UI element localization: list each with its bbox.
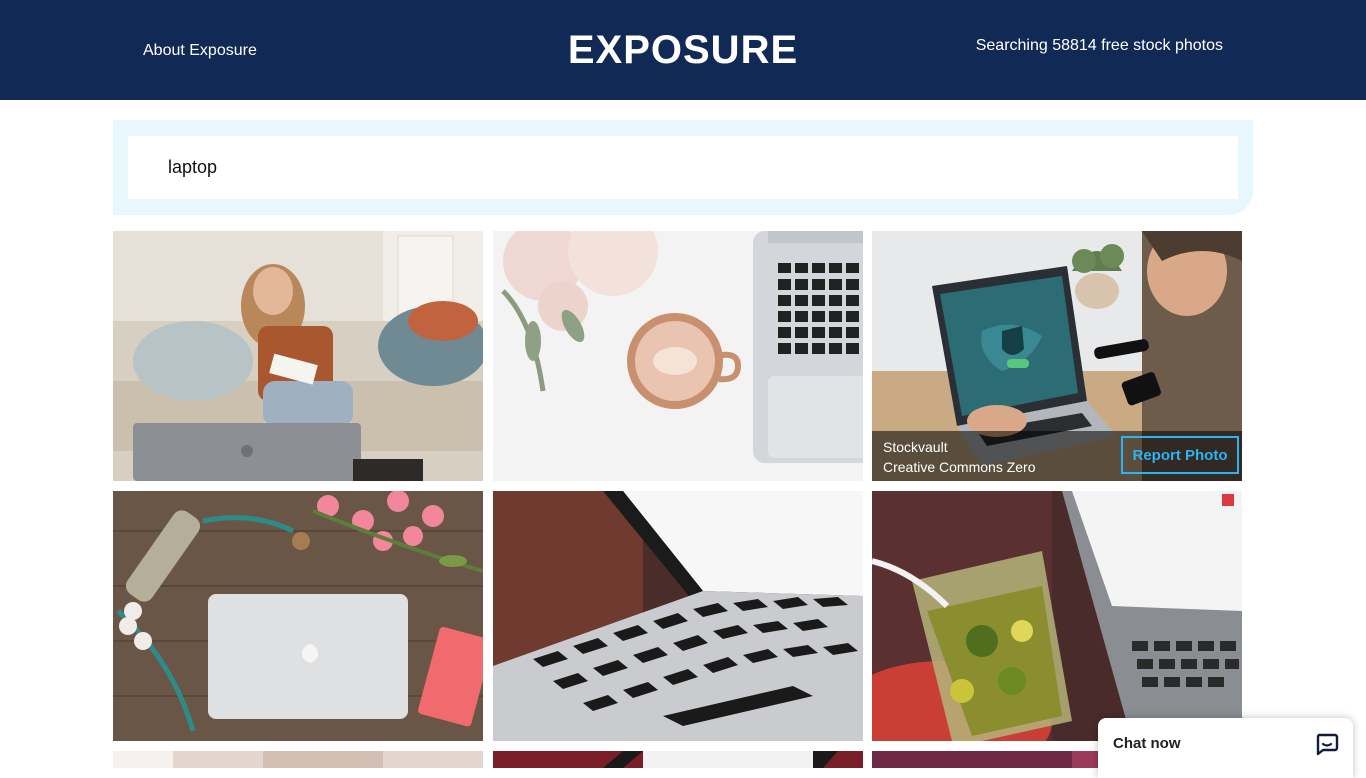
photo-tile[interactable] <box>493 491 863 741</box>
photo-tile[interactable] <box>113 491 483 741</box>
chat-bubble-icon[interactable] <box>1315 732 1339 756</box>
photo-woman-sofa <box>113 231 483 481</box>
photo-mojito-laptop <box>872 491 1242 741</box>
report-photo-button[interactable]: Report Photo <box>1121 436 1239 474</box>
photo-info-overlay: Stockvault Creative Commons Zero Report … <box>872 431 1242 481</box>
photo-row3-2 <box>493 751 863 768</box>
site-header: About Exposure EXPOSURE Searching 58814 … <box>0 0 1366 100</box>
search-container <box>113 120 1253 215</box>
photo-license: Creative Commons Zero <box>883 459 1036 475</box>
photo-tile[interactable] <box>493 231 863 481</box>
chat-widget[interactable]: Chat now <box>1098 718 1353 778</box>
photo-tile[interactable]: Stockvault Creative Commons Zero Report … <box>872 231 1242 481</box>
photo-count-text: Searching 58814 free stock photos <box>975 37 1223 54</box>
photo-row3-1 <box>113 751 483 768</box>
photo-flatlay-laptop <box>113 491 483 741</box>
search-input[interactable] <box>128 136 1238 199</box>
photo-tile[interactable] <box>872 491 1242 741</box>
photo-source: Stockvault <box>883 439 948 455</box>
photo-tile[interactable] <box>113 231 483 481</box>
photo-tile[interactable] <box>493 751 863 768</box>
photo-tile[interactable] <box>113 751 483 768</box>
photo-keyboard-closeup <box>493 491 863 741</box>
photo-latte-laptop <box>493 231 863 481</box>
chat-now-label: Chat now <box>1113 735 1181 752</box>
photo-credit: Stockvault Creative Commons Zero <box>883 437 1036 477</box>
